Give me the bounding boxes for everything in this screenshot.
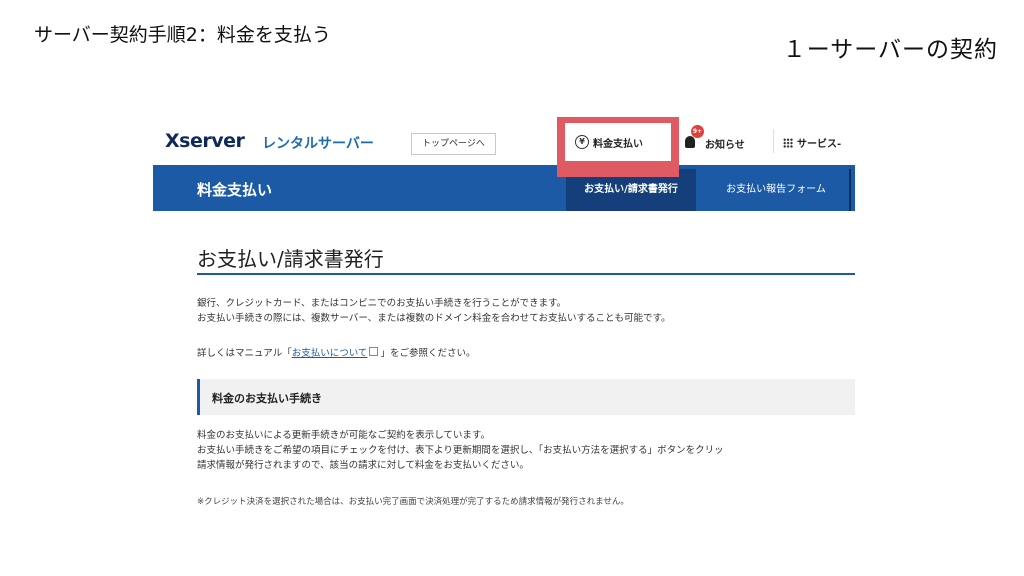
intro-text-2: お支払い手続きの際には、複数サーバー、または複数のドメイン料金を合わせてお支払い… (197, 313, 671, 324)
grid-icon (783, 138, 793, 148)
slide-title: サーバー契約手順2：料金を支払う (34, 24, 331, 46)
section-navbar: 料金支払い お支払い/請求書発行 お支払い報告フォーム (153, 165, 855, 211)
payment-button-label: 料金支払い (593, 139, 643, 150)
page-title: お支払い/請求書発行 (197, 247, 384, 271)
notice-label: お知らせ (705, 140, 745, 151)
tab-payment-report-form[interactable]: お支払い報告フォーム (709, 169, 843, 211)
heading-underline (197, 273, 855, 275)
body-text-3: 請求情報が発行されますので、該当の請求に対して料金をお支払いください。 (197, 460, 529, 471)
body-text-1: 料金のお支払いによる更新手続きが可能なご契約を表示しています。 (197, 430, 490, 441)
section-title: 料金支払い (197, 181, 273, 199)
manual-prefix: 詳しくはマニュアル「 (197, 348, 292, 359)
manual-reference: 詳しくはマニュアル「お支払いについて 」をご参照ください。 (197, 347, 475, 361)
intro-text-1: 銀行、クレジットカード、またはコンビニでのお支払い手続きを行うことができます。 (197, 298, 567, 309)
manual-link[interactable]: お支払いについて (292, 348, 368, 359)
section-heading: 料金のお支払い手続き (212, 392, 322, 405)
body-text-2: お支払い手続きをご希望の項目にチェックを付け、表下より更新期間を選択し、「お支払… (197, 445, 724, 456)
services-menu[interactable]: サービス- (783, 135, 841, 150)
logo-subtitle: レンタルサーバー (262, 136, 374, 152)
xserver-logo[interactable]: Xserver (165, 130, 245, 152)
manual-suffix: 」をご参照ください。 (380, 348, 476, 359)
credit-card-note: ※クレジット決済を選択された場合は、お支払い完了画面で決済処理が完了するため請求… (197, 497, 629, 507)
top-header: Xserver レンタルサーバー トップページへ 9+ お知らせ サービス- (153, 117, 855, 166)
screenshot-panel: Xserver レンタルサーバー トップページへ 9+ お知らせ サービス- 料… (153, 117, 855, 517)
section-header-box: 料金のお支払い手続き (197, 379, 855, 415)
divider (773, 129, 774, 153)
external-link-icon (369, 347, 379, 356)
yen-icon: ¥ (575, 135, 589, 149)
services-label: サービス- (797, 139, 842, 150)
notice-badge: 9+ (691, 125, 704, 138)
slide-subtitle: １ーサーバーの契約 (782, 37, 998, 63)
tab-divider (849, 169, 851, 211)
notice-menu[interactable]: 9+ お知らせ (683, 125, 753, 153)
payment-highlight-box: ¥ 料金支払い (557, 117, 679, 177)
top-page-button[interactable]: トップページへ (411, 133, 496, 155)
bell-icon (685, 136, 695, 148)
payment-button[interactable]: ¥ 料金支払い (565, 123, 671, 161)
